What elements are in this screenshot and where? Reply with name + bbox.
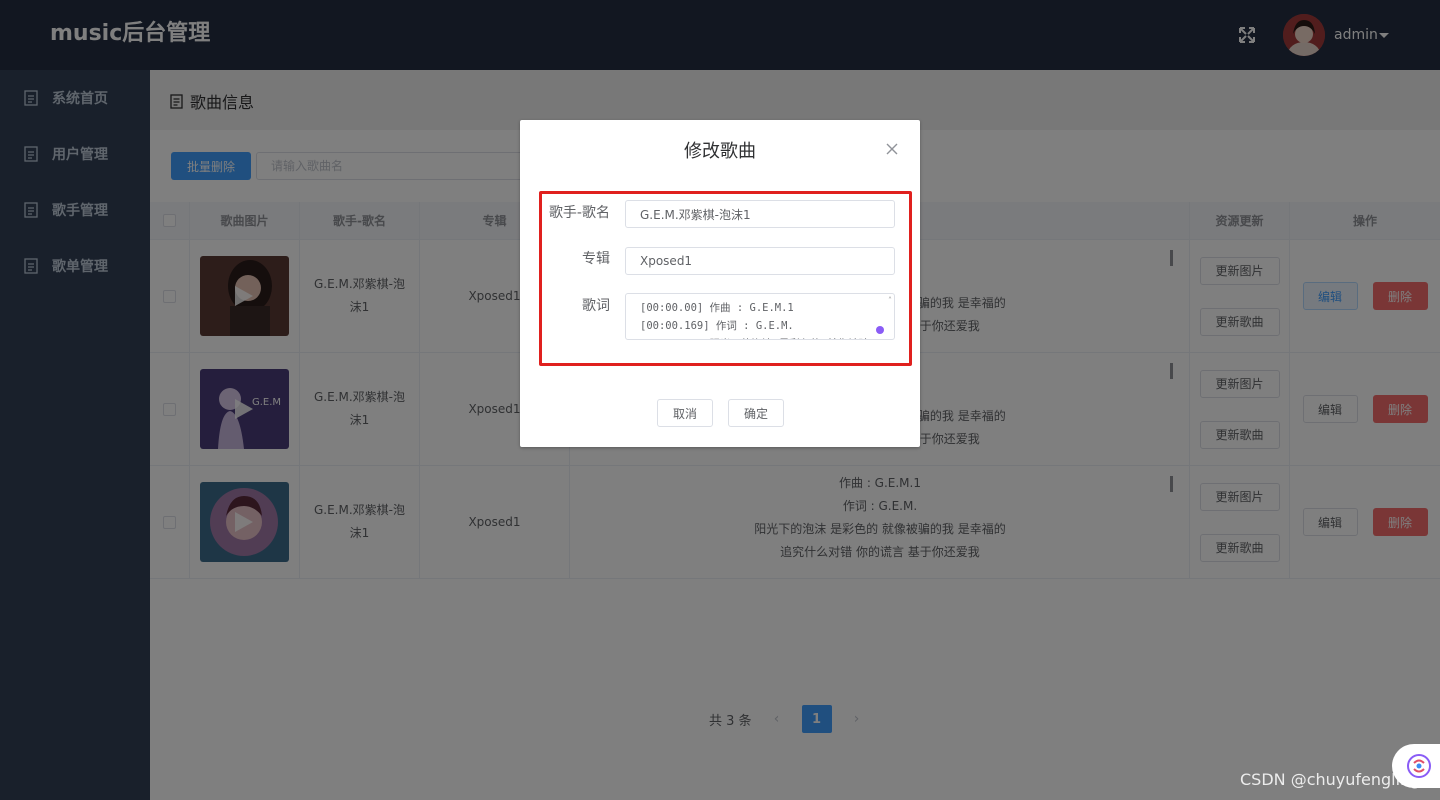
song-name-field[interactable] [625,200,895,228]
dialog-title: 修改歌曲 [684,141,756,162]
lyric-label: 歌词 [582,298,610,314]
lyric-textarea[interactable]: [00:00.00] 作曲 : G.E.M.1 [00:00.169] 作词 :… [625,293,895,340]
assistant-floating-icon[interactable] [1392,744,1440,788]
edit-song-dialog: 修改歌曲 歌手-歌名 专辑 歌词 [00:00.00] 作曲 : G.E.M.1… [520,120,920,447]
confirm-button[interactable]: 确定 [728,399,784,427]
album-label: 专辑 [582,251,610,267]
cancel-button[interactable]: 取消 [657,399,713,427]
brain-icon [1407,754,1431,778]
dialog-footer: 取消 确定 [657,399,784,427]
textarea-scroll-arrow[interactable]: ˄ [888,297,892,305]
textarea-scroll-indicator[interactable] [876,326,884,334]
name-label: 歌手-歌名 [548,205,610,221]
close-icon[interactable] [885,142,899,156]
album-field[interactable] [625,247,895,275]
